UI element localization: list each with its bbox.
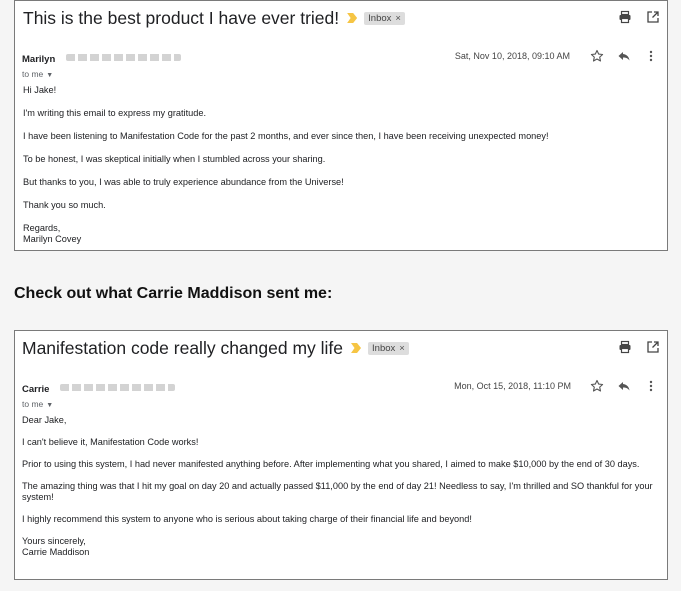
- inbox-label-text: Inbox: [368, 12, 392, 24]
- subject-row: Manifestation code really changed my lif…: [15, 331, 667, 365]
- email-subject: Manifestation code really changed my lif…: [22, 337, 344, 358]
- star-icon[interactable]: [590, 49, 604, 63]
- sender-name: Carrie: [22, 384, 50, 395]
- chevron-down-icon: ▼: [46, 72, 54, 79]
- body-paragraph: Thank you so much.: [23, 200, 106, 210]
- more-options-icon[interactable]: [644, 49, 658, 63]
- email-date: Sat, Nov 10, 2018, 09:10 AM: [454, 51, 570, 61]
- body-paragraph: I highly recommend this system to anyone…: [22, 514, 472, 524]
- body-paragraph: I'm writing this email to express my gra…: [23, 108, 207, 118]
- body-paragraph: The amazing thing was that I hit my goal…: [22, 481, 653, 502]
- subject-actions: [618, 10, 660, 24]
- chevron-down-icon: ▼: [46, 402, 54, 409]
- signature-block: Regards, Marilyn Covey: [23, 223, 657, 245]
- message-actions: [590, 49, 658, 63]
- open-in-new-window-icon[interactable]: [646, 340, 660, 354]
- section-heading: Check out what Carrie Maddison sent me:: [14, 285, 333, 302]
- reply-icon[interactable]: [617, 379, 631, 393]
- sender-row: Marilyn Sat, Nov 10, 2018, 09:10 AM: [22, 49, 667, 65]
- body-paragraph: Prior to using this system, I had never …: [22, 459, 640, 469]
- email-card-1: This is the best product I have ever tri…: [14, 0, 668, 251]
- inbox-label[interactable]: Inbox ×: [364, 11, 405, 25]
- message-actions: [590, 379, 658, 393]
- body-paragraph: I can't believe it, Manifestation Code w…: [22, 437, 199, 447]
- open-in-new-window-icon[interactable]: [646, 10, 660, 24]
- importance-marker-icon[interactable]: [351, 343, 362, 353]
- print-icon[interactable]: [618, 340, 632, 354]
- email-body: Dear Jake, I can't believe it, Manifesta…: [22, 415, 657, 558]
- recipient-text: to me: [22, 399, 44, 409]
- print-icon[interactable]: [618, 10, 632, 24]
- remove-label-icon[interactable]: ×: [395, 13, 401, 24]
- inbox-label-text: Inbox: [372, 342, 396, 354]
- body-paragraph: But thanks to you, I was able to truly e…: [23, 177, 344, 187]
- greeting: Hi Jake!: [23, 85, 57, 95]
- inbox-label[interactable]: Inbox ×: [368, 341, 409, 355]
- email-card-2: Manifestation code really changed my lif…: [14, 330, 668, 580]
- recipient-dropdown[interactable]: to me ▼: [22, 69, 53, 79]
- recipient-text: to me: [22, 69, 44, 79]
- reply-icon[interactable]: [617, 49, 631, 63]
- signature: Marilyn Covey: [23, 234, 82, 244]
- subject-actions: [618, 340, 660, 354]
- sender-name: Marilyn: [22, 54, 56, 65]
- email-date: Mon, Oct 15, 2018, 11:10 PM: [454, 381, 571, 391]
- more-options-icon[interactable]: [644, 379, 658, 393]
- email-subject: This is the best product I have ever tri…: [23, 7, 340, 28]
- sender-email-redacted: [59, 384, 175, 392]
- recipient-dropdown[interactable]: to me ▼: [22, 399, 53, 409]
- body-paragraph: To be honest, I was skeptical initially …: [23, 154, 326, 164]
- remove-label-icon[interactable]: ×: [399, 343, 405, 354]
- greeting: Dear Jake,: [22, 415, 67, 425]
- signature-block: Yours sincerely, Carrie Maddison: [22, 536, 657, 558]
- sender-email-redacted: [65, 54, 181, 62]
- sender-row: Carrie Mon, Oct 15, 2018, 11:10 PM: [22, 379, 667, 395]
- email-body: Hi Jake! I'm writing this email to expre…: [23, 85, 657, 245]
- signature: Carrie Maddison: [22, 547, 90, 557]
- body-paragraph: I have been listening to Manifestation C…: [23, 131, 549, 141]
- closing: Yours sincerely,: [22, 536, 86, 546]
- star-icon[interactable]: [590, 379, 604, 393]
- importance-marker-icon[interactable]: [347, 13, 358, 23]
- subject-row: This is the best product I have ever tri…: [15, 1, 667, 35]
- closing: Regards,: [23, 223, 61, 233]
